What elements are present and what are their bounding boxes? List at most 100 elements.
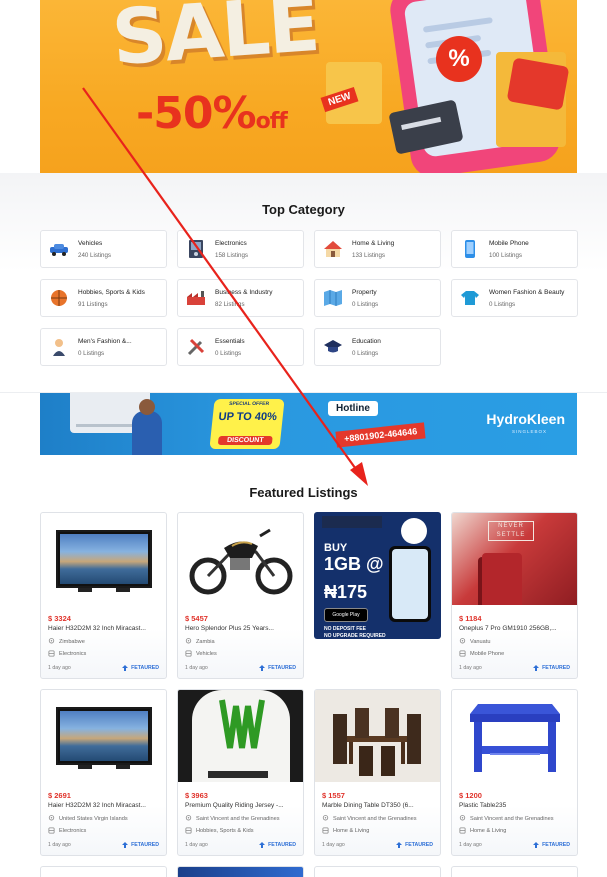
listing-image [178,690,303,782]
featured-badge: FETAURED [259,665,296,671]
location-pin-icon [459,815,466,821]
hotline-number: +8801902-464646 [335,422,426,448]
category-count: 0 Listings [215,349,242,357]
arrow-up-icon [533,842,540,848]
listing-category: Home & Living [322,827,369,834]
category-name: Home & Living [352,239,395,247]
listing-title[interactable]: Marble Dining Table DT350 (6... [322,802,436,809]
listing-card-partial[interactable] [314,866,441,877]
riding-jersey-image [178,690,303,782]
featured-badge: FETAURED [533,842,570,848]
oneplus-phone-image: NEVER SETTLE [452,513,577,605]
category-count: 158 Listings [215,251,249,259]
category-name: Education [352,337,381,345]
listing-card[interactable]: $ 1200 Plastic Table235 Saint Vincent an… [451,689,578,856]
listing-title[interactable]: Premium Quality Riding Jersey -... [185,802,299,809]
data-bundle-ad-card[interactable]: BUY 1GB @ ₦175 Google Play NO DEPOSIT FE… [314,512,441,639]
listing-location: Zimbabwe [48,638,85,645]
sale-discount-suffix: off [255,109,288,134]
special-offer-badge: SPECIAL OFFER UP TO 40% DISCOUNT [209,399,285,449]
location-pin-icon [185,815,192,821]
listing-category-text: Electronics [59,650,87,657]
listing-card[interactable]: $ 5457 Hero Splendor Plus 25 Years... Za… [177,512,304,679]
category-card[interactable]: Vehicles 240 Listings [40,230,167,268]
dining-table-image [315,690,440,782]
featured-badge-label: FETAURED [268,665,296,671]
ad-gb-text: 1GB @ [324,554,384,574]
category-icon [48,650,55,657]
listing-location-text: Saint Vincent and the Grenadines [333,815,417,822]
arrow-up-icon [122,665,129,671]
category-card[interactable]: Education 0 Listings [314,328,441,366]
offer-value-text: UP TO 40% [217,411,278,423]
listing-card[interactable]: $ 2691 Haier H32D2M 32 Inch Miracast... … [40,689,167,856]
brand-logo [401,518,427,544]
listing-price: $ 1184 [459,614,482,623]
category-card[interactable]: Home & Living 133 Listings [314,230,441,268]
listing-category: Mobile Phone [459,650,504,657]
listing-image [41,690,166,782]
hydrokleen-ad-banner[interactable]: SPECIAL OFFER UP TO 40% DISCOUNT Hotline… [40,393,577,455]
top-category-title: Top Category [262,202,345,217]
arrow-up-icon [533,665,540,671]
hotline-label: Hotline [328,401,378,416]
featured-badge: FETAURED [396,842,433,848]
listing-card[interactable]: NEVER SETTLE $ 1184 Oneplus 7 Pro GM1910… [451,512,578,679]
listing-card-partial[interactable] [451,866,578,877]
listing-card[interactable]: $ 3324 Haier H32D2M 32 Inch Miracast... … [40,512,167,679]
sale-hero-banner[interactable]: NEW SALE -50%off % [40,0,577,173]
listing-title[interactable]: Hero Splendor Plus 25 Years... [185,625,299,632]
listing-category: Home & Living [459,827,506,834]
category-card[interactable]: Essentials 0 Listings [177,328,304,366]
location-pin-icon [185,638,192,644]
featured-badge: FETAURED [533,665,570,671]
category-card[interactable]: Mobile Phone 100 Listings [451,230,578,268]
category-name: Electronics [215,239,247,247]
listing-card-partial[interactable] [177,866,304,877]
category-name: Men's Fashion &... [78,337,132,345]
data-bundle-ad-image: BUY 1GB @ ₦175 Google Play NO DEPOSIT FE… [314,512,441,639]
arrow-up-icon [259,665,266,671]
listing-card[interactable]: $ 1557 Marble Dining Table DT350 (6... S… [314,689,441,856]
listing-time: 1 day ago [185,842,208,848]
listing-title[interactable]: Haier H32D2M 32 Inch Miracast... [48,802,162,809]
tv-image [55,707,152,769]
featured-badge-label: FETAURED [542,842,570,848]
category-icon [322,827,329,834]
tshirt-icon [460,288,480,308]
listing-category-text: Electronics [59,827,87,834]
sale-headline: SALE [109,0,321,83]
category-card[interactable]: Electronics 158 Listings [177,230,304,268]
category-card[interactable]: Men's Fashion &... 0 Listings [40,328,167,366]
listing-location: Vanuatu [459,638,490,645]
listing-title[interactable]: Plastic Table235 [459,802,573,809]
arrow-up-icon [259,842,266,848]
listing-title[interactable]: Oneplus 7 Pro GM1910 256GB,... [459,625,573,632]
listing-location: Saint Vincent and the Grenadines [185,815,280,822]
listing-image [315,690,440,782]
category-name: Property [352,288,377,296]
listing-image [41,513,166,605]
motorcycle-image [189,528,292,595]
brand-subtitle: SINGLEBOX [511,429,547,434]
technician-illustration [132,399,162,455]
category-name: Hobbies, Sports & Kids [78,288,145,296]
category-card[interactable]: Women Fashion & Beauty 0 Listings [451,279,578,317]
category-icon [185,650,192,657]
listing-card-partial[interactable] [40,866,167,877]
google-play-badge: Google Play [324,608,368,622]
listing-card[interactable]: $ 3963 Premium Quality Riding Jersey -..… [177,689,304,856]
listing-category-text: Hobbies, Sports & Kids [196,827,254,834]
featured-listings-title: Featured Listings [249,485,358,500]
listing-title[interactable]: Haier H32D2M 32 Inch Miracast... [48,625,162,632]
listing-category-text: Home & Living [333,827,370,834]
percent-badge-icon: % [436,36,482,82]
category-card[interactable]: Business & Industry 82 Listings [177,279,304,317]
category-name: Mobile Phone [489,239,529,247]
category-card[interactable]: Hobbies, Sports & Kids 91 Listings [40,279,167,317]
location-pin-icon [48,815,55,821]
offer-discount-label: DISCOUNT [217,436,273,445]
listing-time: 1 day ago [459,665,482,671]
category-card[interactable]: Property 0 Listings [314,279,441,317]
category-name: Essentials [215,337,245,345]
